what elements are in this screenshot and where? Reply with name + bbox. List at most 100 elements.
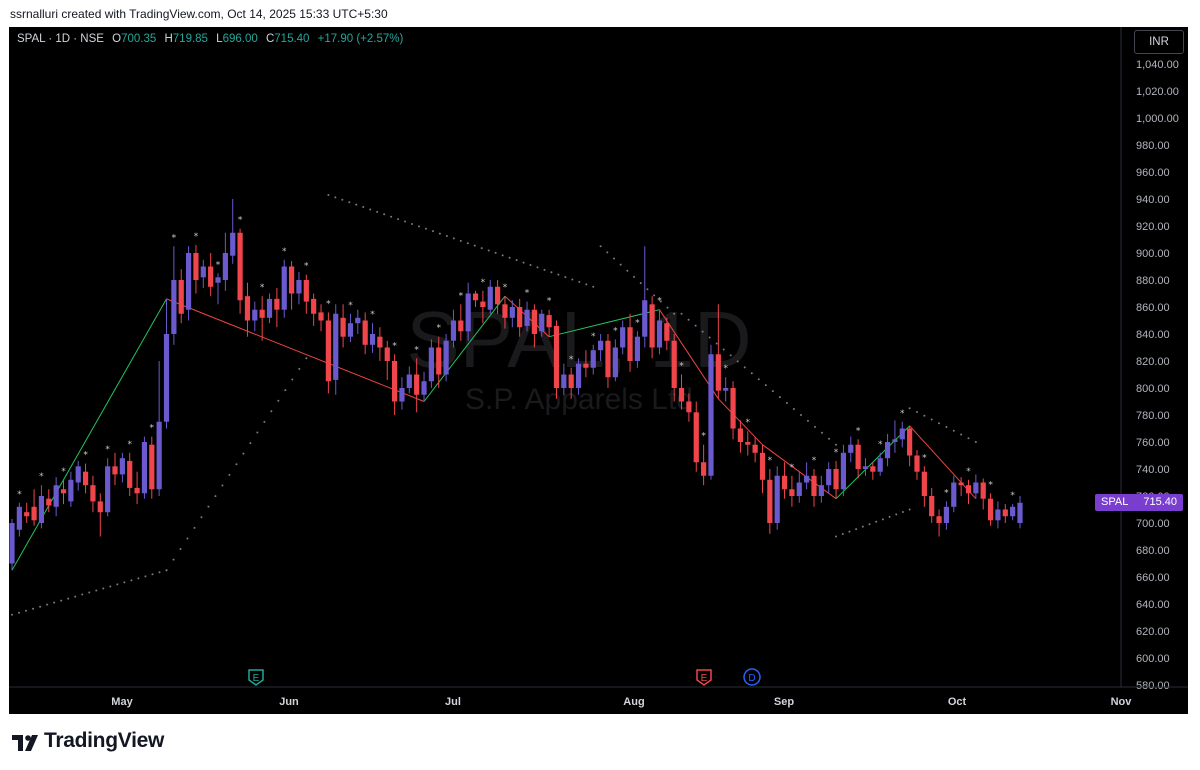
candle-body xyxy=(325,320,331,382)
trail-dot xyxy=(186,537,189,540)
candle-body xyxy=(914,455,920,472)
trail-dot xyxy=(376,210,379,213)
candle-body xyxy=(1010,506,1016,517)
candle-body xyxy=(149,444,155,490)
candle-body xyxy=(598,340,604,351)
candle-body xyxy=(1017,502,1023,523)
pattern-star: * xyxy=(657,297,662,307)
trail-dot xyxy=(390,215,393,218)
price-chart[interactable]: SPAL, 1D S.P. Apparels Ltd 580.00 600.00 6… xyxy=(9,27,1188,714)
candle-body xyxy=(75,466,81,483)
trail-dot xyxy=(214,495,217,498)
currency-button[interactable]: INR xyxy=(1134,30,1184,54)
trail-dot xyxy=(221,484,224,487)
y-tick-label: 1,000.00 xyxy=(1136,113,1179,125)
trail-dot xyxy=(694,324,697,327)
pattern-star: * xyxy=(569,355,574,365)
candle-body xyxy=(185,253,192,310)
candle-body xyxy=(642,300,648,337)
trail-dot xyxy=(612,257,615,260)
candle-body xyxy=(90,485,96,502)
pattern-star: * xyxy=(1010,491,1015,501)
pattern-star: * xyxy=(988,480,993,490)
pattern-star: * xyxy=(326,299,331,309)
candle-body xyxy=(252,309,258,321)
candle-body xyxy=(848,444,854,453)
candle-body xyxy=(921,471,927,496)
trail-dot xyxy=(74,595,77,598)
svg-text:E: E xyxy=(253,673,260,684)
pattern-star: * xyxy=(900,409,905,419)
pattern-star: * xyxy=(414,345,419,355)
trail-dot xyxy=(348,201,351,204)
candle-body xyxy=(193,253,199,280)
trail-dot xyxy=(841,533,844,536)
candle-body xyxy=(244,296,251,321)
pattern-star: * xyxy=(61,467,66,477)
candle-body xyxy=(929,496,935,517)
candle-body xyxy=(752,444,758,453)
candle-body xyxy=(230,232,236,256)
x-tick-label: Aug xyxy=(623,696,644,708)
candle-body xyxy=(892,439,898,442)
svg-text:D: D xyxy=(748,673,755,684)
candle-body xyxy=(281,266,287,310)
x-tick-label: Jul xyxy=(445,696,461,708)
candle-body xyxy=(855,444,861,469)
trail-dot xyxy=(901,510,904,513)
y-tick-label: 740.00 xyxy=(1136,464,1170,476)
tradingview-logo-icon xyxy=(12,735,38,751)
trail-dot xyxy=(529,264,532,267)
candle-body xyxy=(384,347,390,361)
trail-dot xyxy=(404,220,407,223)
candle-body xyxy=(333,313,339,380)
event-marker[interactable]: D xyxy=(743,668,761,686)
candle-body xyxy=(767,479,773,523)
trail-dot xyxy=(95,589,98,592)
candle-body xyxy=(907,428,913,456)
trail-dot xyxy=(673,312,676,315)
candle-body xyxy=(936,516,942,523)
trail-dot xyxy=(938,422,941,425)
trail-dot xyxy=(298,367,301,370)
chart-frame[interactable]: SPAL, 1D S.P. Apparels Ltd 580.00 600.00 6… xyxy=(9,27,1188,714)
trail-dot xyxy=(821,431,824,434)
candle-body xyxy=(495,286,501,305)
trail-dot xyxy=(291,378,294,381)
symbol-info[interactable]: SPAL · 1D · NSE xyxy=(17,33,104,45)
candle-body xyxy=(561,374,567,388)
x-tick-label: Jun xyxy=(279,696,299,708)
trail-dot xyxy=(550,271,553,274)
candle-body xyxy=(796,482,802,496)
pattern-star: * xyxy=(17,490,22,500)
trail-dot xyxy=(151,573,154,576)
trail-dot xyxy=(438,232,441,235)
trail-dot xyxy=(431,230,434,233)
candle-body xyxy=(517,307,523,328)
candle-body xyxy=(862,466,869,469)
candle-body xyxy=(546,315,552,328)
candle-body xyxy=(649,304,655,348)
candle-body xyxy=(899,428,905,440)
candle-body xyxy=(340,317,346,337)
trail-dot xyxy=(633,275,636,278)
trail-dot xyxy=(722,348,725,351)
trail-dot xyxy=(806,419,809,422)
candle-body xyxy=(82,471,89,486)
candle-body xyxy=(701,462,707,476)
pattern-star: * xyxy=(790,463,795,473)
trail-dot xyxy=(67,597,70,600)
candle-body xyxy=(524,309,530,326)
x-tick-label: Sep xyxy=(774,696,794,708)
trail-dot xyxy=(200,516,203,519)
pattern-star: * xyxy=(260,283,265,293)
pattern-star: * xyxy=(238,216,243,226)
candle-body xyxy=(406,374,412,388)
trail-dot xyxy=(123,581,126,584)
pattern-star: * xyxy=(922,453,927,463)
event-marker[interactable]: E xyxy=(696,669,712,686)
candle-body xyxy=(458,320,464,332)
pattern-star: * xyxy=(679,362,684,372)
candle-body xyxy=(362,320,368,345)
event-marker[interactable]: E xyxy=(248,669,264,686)
